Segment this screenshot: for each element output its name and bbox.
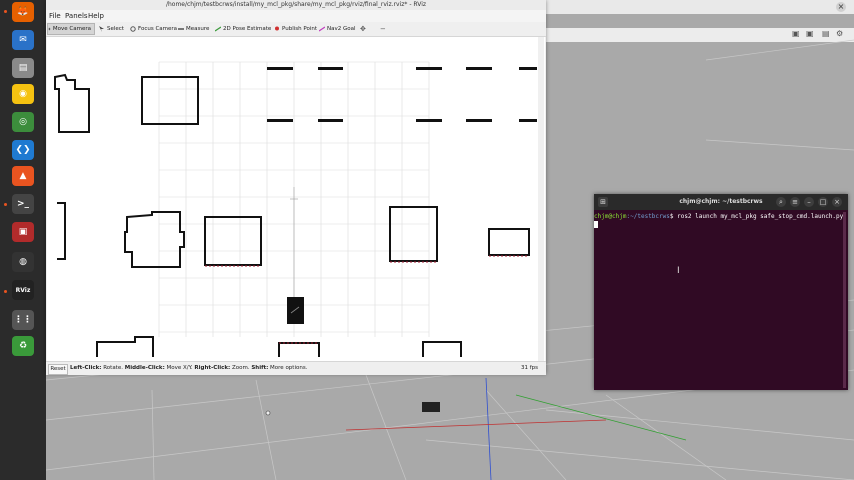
terminal-title-bar: ⊞ chjm@chjm: ~/testbcrws ⌕ ≡ – □ × (594, 194, 848, 210)
reset-button[interactable]: Reset (48, 364, 68, 375)
text-cursor (594, 221, 598, 228)
close-icon[interactable]: × (832, 197, 842, 207)
scrollbar[interactable] (538, 37, 544, 361)
search-icon[interactable]: ⌕ (776, 197, 786, 207)
menu-file[interactable]: File (49, 11, 61, 21)
terminal-window[interactable]: ⊞ chjm@chjm: ~/testbcrws ⌕ ≡ – □ × chjm@… (594, 194, 848, 390)
rviz-icon[interactable]: RViz (12, 280, 34, 300)
publish-point-icon (275, 26, 279, 31)
running-indicator (4, 10, 7, 13)
status-hint: Left-Click: Rotate. Middle-Click: Move X… (70, 365, 308, 371)
firefox-icon[interactable]: 🦊 (12, 2, 34, 22)
running-indicator (4, 290, 7, 293)
fps-counter: 31 fps (520, 365, 538, 371)
vscode-icon[interactable]: ❮❯ (12, 140, 34, 160)
menu-help[interactable]: Help (88, 11, 104, 21)
tool-publish-point[interactable]: Publish Point (274, 23, 317, 35)
terminal-icon[interactable]: >_ (12, 194, 34, 214)
menu-panels[interactable]: Panels (65, 11, 88, 21)
mouse-cursor-icon: I (677, 266, 680, 276)
terminal-scrollbar[interactable] (843, 212, 846, 388)
menu-bar: File Panels Help (46, 10, 546, 22)
tool-bar: Move Camera Select Focus Camera Measure … (46, 22, 546, 37)
robot-marker (287, 297, 304, 324)
thunderbird-icon[interactable]: ✉ (12, 30, 34, 50)
window-title: /home/chjm/testbcrws/install/my_mcl_pkg/… (46, 0, 546, 10)
nav2-goal-icon (319, 26, 325, 32)
tool-select[interactable]: Select (99, 23, 124, 35)
obs-icon[interactable]: ◍ (12, 252, 34, 272)
trash-icon[interactable]: ♻ (12, 336, 34, 356)
tool-move-camera[interactable]: Move Camera (47, 23, 95, 35)
pose-estimate-icon (215, 26, 221, 32)
render-view[interactable] (47, 37, 545, 361)
app-red-icon[interactable]: ▣ (12, 222, 34, 242)
add-tool-button[interactable]: ✥ (360, 23, 366, 35)
rviz-window: /home/chjm/testbcrws/install/my_mcl_pkg/… (46, 0, 546, 375)
ubuntu-software-icon[interactable]: ▲ (12, 166, 34, 186)
chrome-icon[interactable]: ◎ (12, 112, 34, 132)
minimize-icon[interactable]: – (804, 197, 814, 207)
show-apps-icon[interactable]: ⋮⋮ (12, 310, 34, 330)
map-canvas[interactable] (47, 37, 545, 361)
files-icon[interactable]: ▤ (12, 58, 34, 78)
focus-camera-icon (130, 26, 136, 32)
move-camera-icon (48, 27, 51, 31)
tool-nav2-goal[interactable]: Nav2 Goal (319, 23, 356, 35)
select-icon (99, 26, 104, 32)
measure-icon (178, 28, 184, 30)
rhythmbox-icon[interactable]: ◉ (12, 84, 34, 104)
tool-2d-pose-estimate[interactable]: 2D Pose Estimate (215, 23, 271, 35)
robot-model (422, 402, 440, 412)
terminal-output[interactable]: chjm@chjm:~/testbcrws$ ros2 launch my_mc… (594, 210, 844, 393)
tool-focus-camera[interactable]: Focus Camera (130, 23, 177, 35)
status-bar: Reset Left-Click: Rotate. Middle-Click: … (46, 361, 546, 375)
dock: 🦊 ✉ ▤ ◉ ◎ ❮❯ ▲ >_ ▣ ◍ RViz ⋮⋮ ♻ (0, 0, 46, 480)
maximize-icon[interactable]: □ (818, 197, 828, 207)
running-indicator (4, 203, 7, 206)
tool-measure[interactable]: Measure (178, 23, 209, 35)
hamburger-menu-icon[interactable]: ≡ (790, 197, 800, 207)
remove-tool-button[interactable]: − (380, 23, 386, 35)
